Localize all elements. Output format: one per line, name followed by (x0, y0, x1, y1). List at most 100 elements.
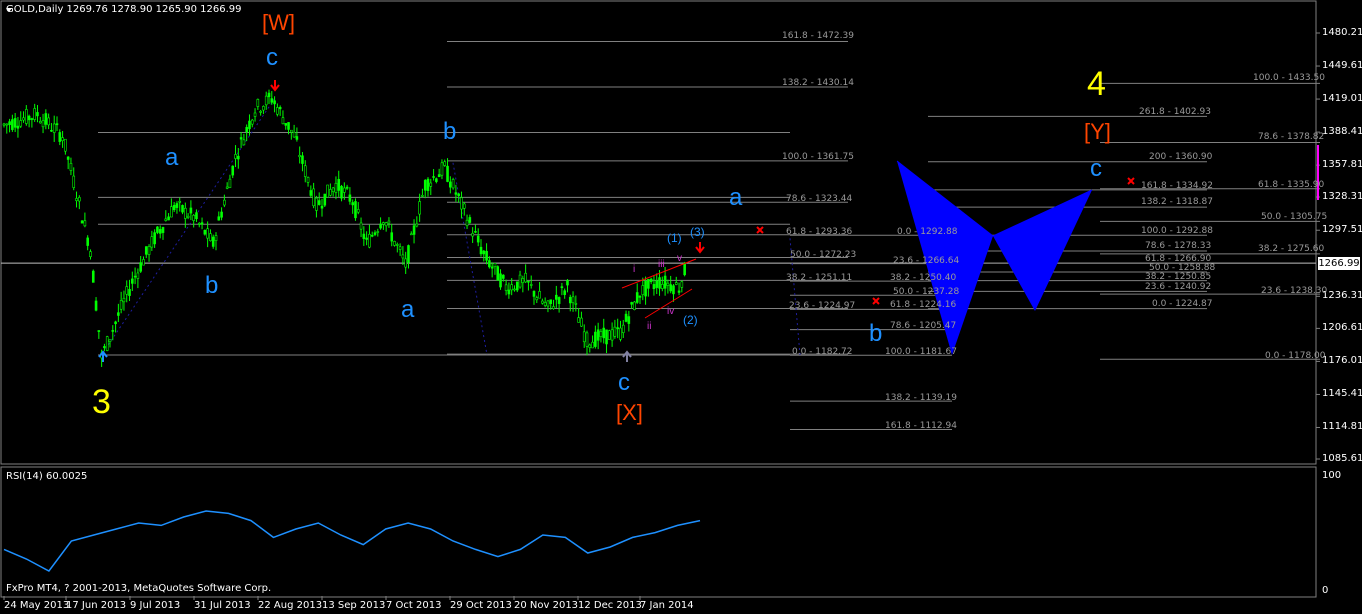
candle (577, 317, 580, 323)
wave-label-a: a (165, 144, 179, 171)
fib-label: 161.8 - 1112.94 (885, 421, 957, 431)
candle (462, 203, 466, 209)
candle (359, 222, 363, 230)
main-panel-frame (0, 0, 1317, 465)
fib-label: 138.2 - 1139.19 (885, 393, 957, 403)
candle (228, 178, 232, 188)
candle (217, 216, 221, 221)
candle (181, 205, 184, 213)
wave-label-c: c (266, 44, 278, 71)
candle (315, 197, 318, 211)
candle (471, 233, 474, 237)
candle (543, 302, 547, 306)
candle (125, 286, 129, 295)
candle (680, 281, 684, 288)
date-tick-label: 7 Jan 2014 (640, 600, 694, 611)
candle (666, 282, 670, 286)
candle (638, 295, 642, 298)
rsi-scale-min: 0 (1322, 585, 1329, 596)
candle (38, 121, 42, 124)
candle (44, 113, 48, 125)
candle (239, 137, 243, 140)
candle (89, 251, 92, 257)
candle (256, 99, 260, 107)
price-tick-label: 1176.01 (1322, 355, 1362, 367)
candle (557, 297, 561, 304)
candle (499, 273, 502, 288)
candle (195, 212, 198, 220)
candle (426, 178, 430, 191)
candle (437, 174, 441, 178)
rsi-line (3, 510, 701, 572)
candle (25, 109, 28, 124)
candle (144, 246, 148, 255)
candle (150, 236, 154, 248)
candle (521, 278, 525, 284)
trend-line (99, 97, 276, 358)
price-tick-label: 1449.61 (1322, 60, 1362, 72)
candle (8, 121, 11, 126)
candle (147, 246, 151, 255)
price-tick-label: 1388.41 (1322, 126, 1362, 138)
candle (669, 284, 672, 292)
candle (231, 165, 235, 176)
candle (356, 209, 360, 213)
candle (331, 187, 335, 193)
candle (69, 163, 73, 171)
wave-label-W: [W] (262, 10, 295, 35)
candle (343, 187, 346, 193)
candle (259, 111, 262, 113)
candle (568, 296, 572, 304)
candle (446, 165, 449, 182)
candle (552, 306, 555, 309)
date-tick-label: 22 Aug 2013 (258, 600, 323, 611)
candle (527, 280, 530, 283)
fib-label: 138.2 - 1430.14 (782, 78, 854, 88)
symbol-info: GOLD,Daily 1269.76 1278.90 1265.90 1266.… (6, 4, 242, 15)
candle (264, 95, 268, 106)
candle (41, 120, 45, 128)
fib-label: 38.2 - 1275.60 (1258, 244, 1325, 254)
price-tick-label: 1085.61 (1322, 453, 1362, 464)
candle (33, 108, 36, 120)
candle (677, 290, 681, 293)
candle (161, 227, 165, 233)
date-tick-label: 7 Oct 2013 (386, 600, 442, 611)
candle (435, 178, 438, 182)
wave-label-a: a (729, 184, 743, 211)
fib-label: 61.8 - 1224.16 (890, 300, 957, 310)
candle (663, 275, 667, 289)
candle (661, 284, 664, 289)
candle (546, 300, 550, 307)
wave-label-i: i (633, 264, 636, 275)
fib-label: 0.0 - 1178.00 (1265, 351, 1326, 361)
candle (574, 303, 578, 305)
rsi-title: RSI(14) 60.0025 (6, 471, 88, 482)
candle (658, 277, 661, 289)
candle (309, 190, 313, 196)
candle (170, 206, 173, 218)
candle (468, 217, 472, 223)
candle (298, 154, 301, 158)
candle (404, 258, 407, 268)
candle (376, 231, 380, 233)
candle (370, 234, 374, 237)
candle (119, 300, 123, 310)
candle (409, 233, 413, 236)
date-tick-label: 13 Sep 2013 (322, 600, 386, 611)
candle (262, 106, 265, 111)
candle (114, 321, 117, 325)
candle (189, 207, 193, 214)
candle (429, 182, 433, 187)
wave-label-2: (2) (683, 313, 698, 327)
candle (401, 254, 405, 259)
candle (580, 317, 583, 327)
candle (652, 284, 656, 290)
candle (415, 223, 419, 227)
fib-label: 23.6 - 1238.30 (1261, 286, 1328, 296)
date-tick-label: 9 Jul 2013 (130, 600, 181, 611)
candle (412, 225, 416, 235)
copyright-text: FxPro MT4, ? 2001-2013, MetaQuotes Softw… (6, 583, 272, 594)
candle (616, 327, 619, 330)
candle (97, 330, 101, 332)
